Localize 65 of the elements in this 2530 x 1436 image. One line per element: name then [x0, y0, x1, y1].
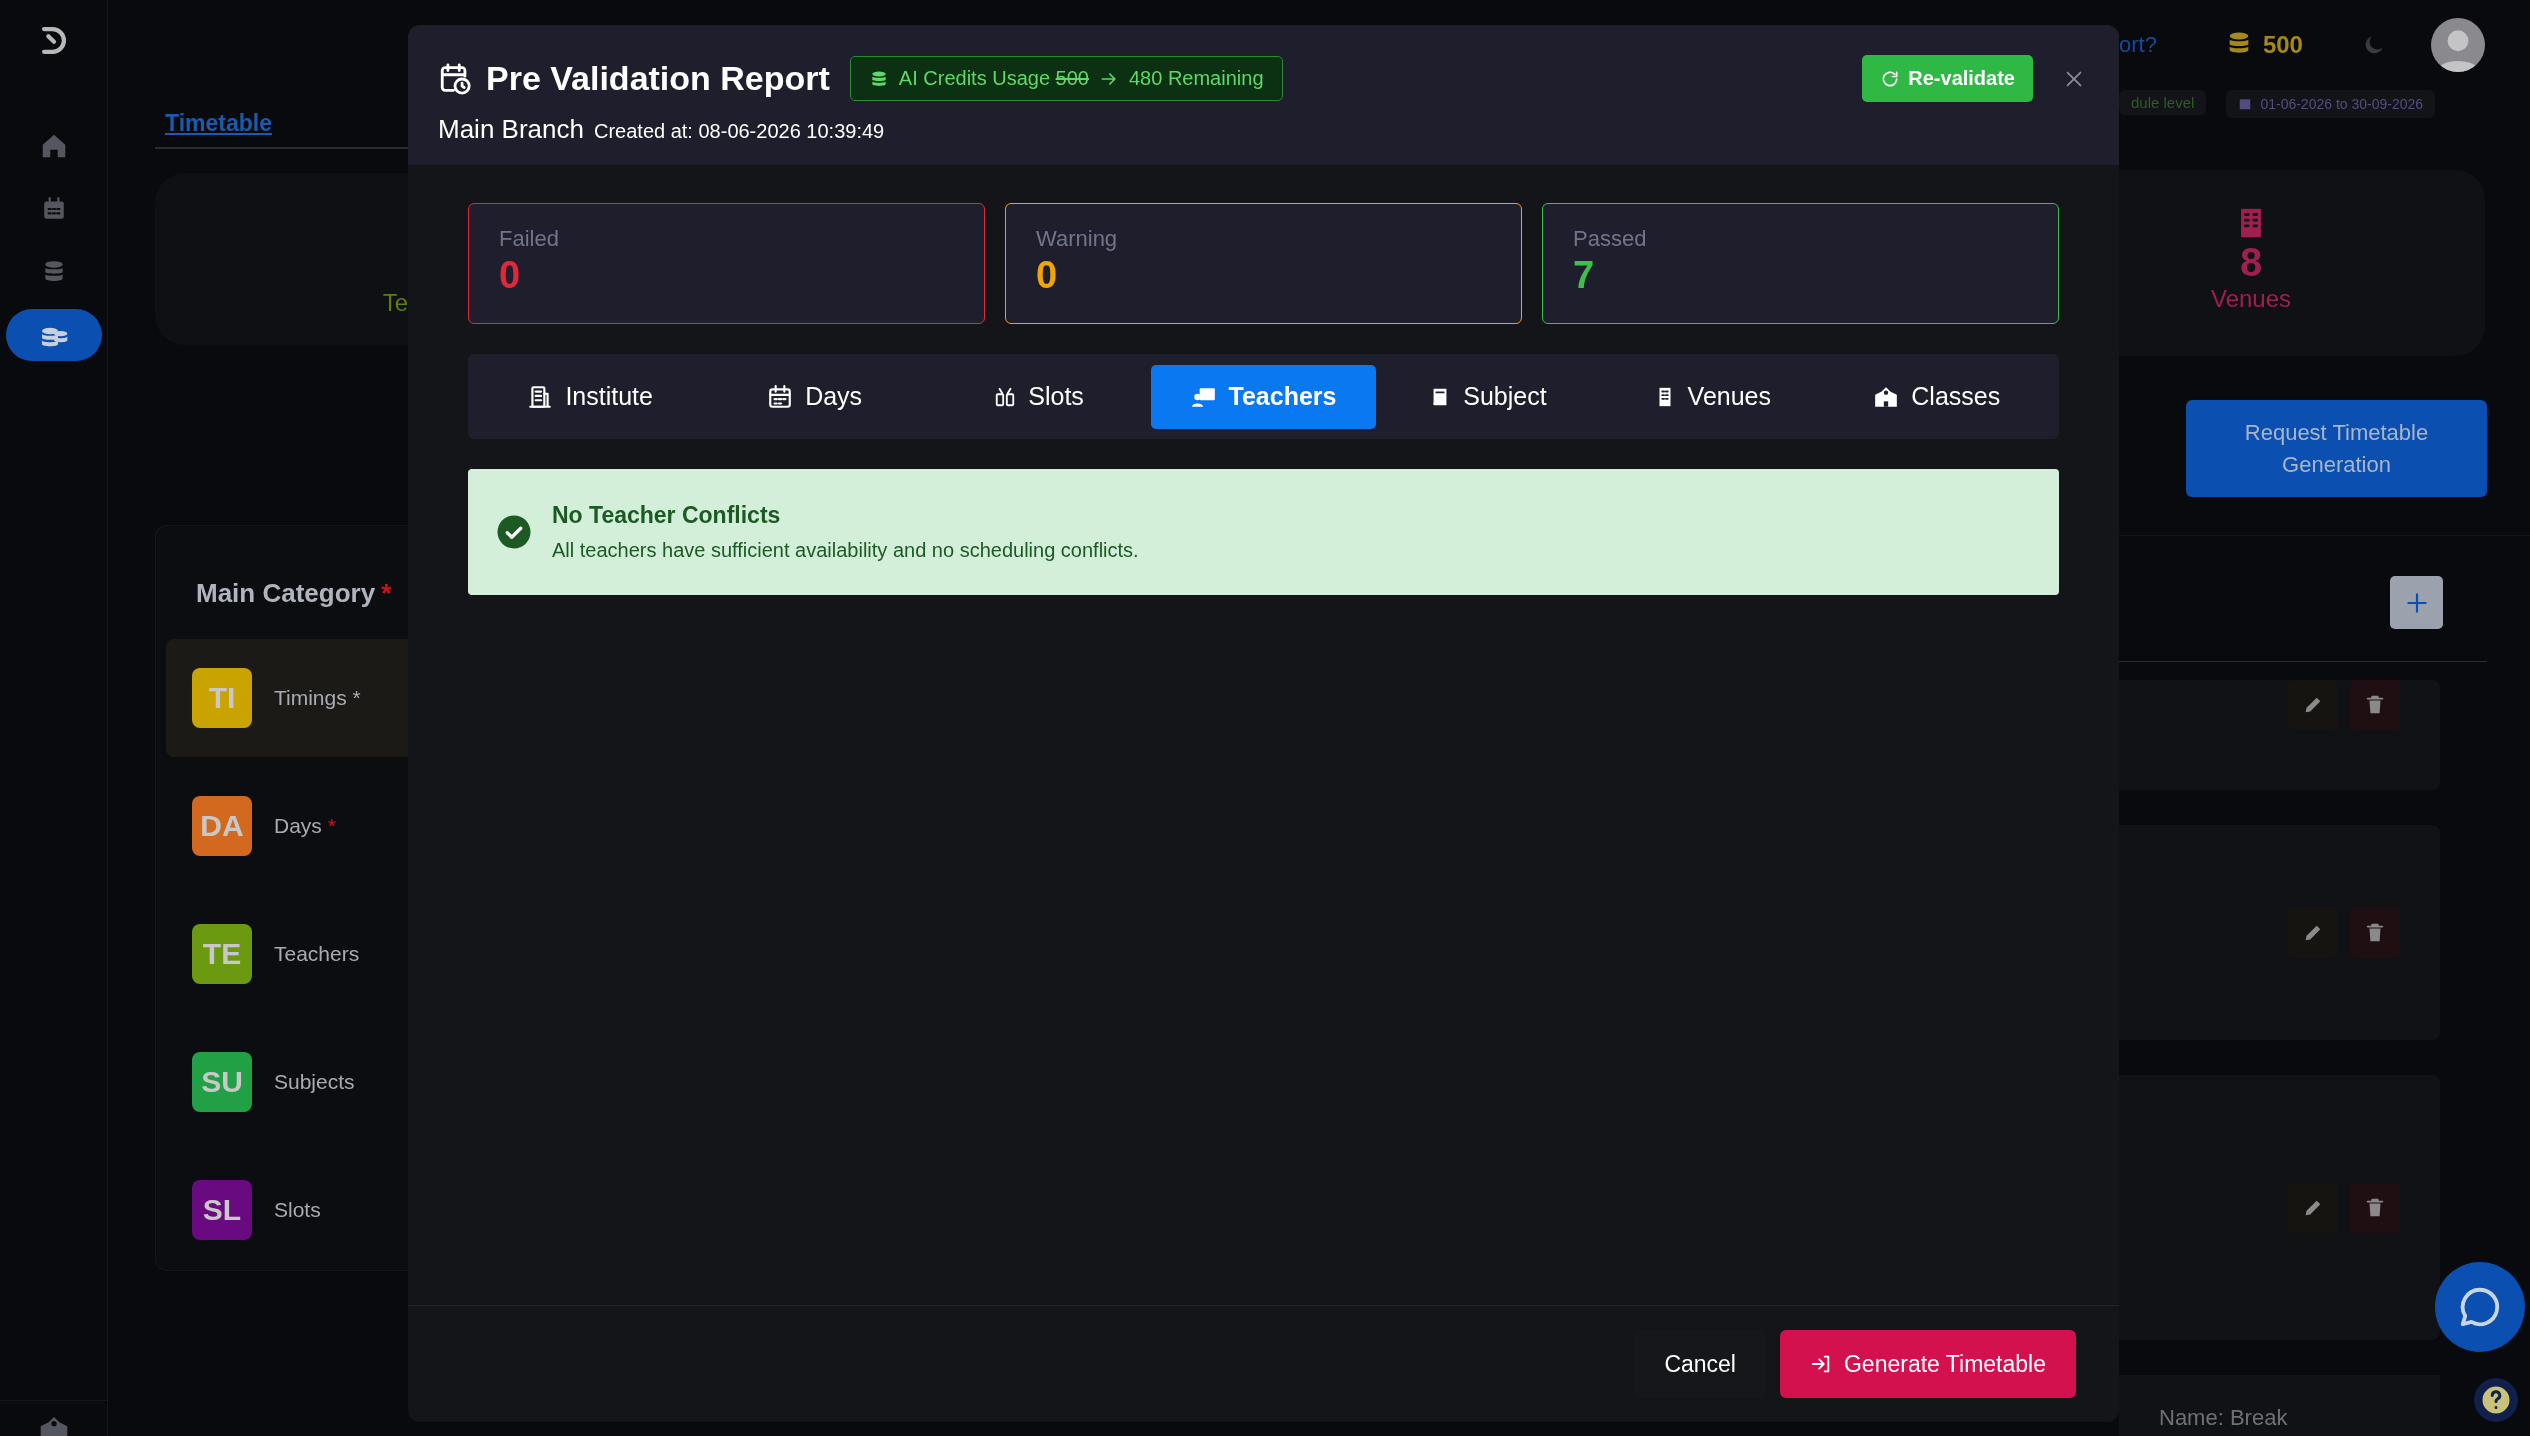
add-button[interactable] — [2390, 576, 2443, 629]
refresh-icon — [1880, 68, 1901, 89]
schedule-chip: dule level — [2119, 90, 2207, 115]
stat-label: Venues — [2210, 285, 2292, 313]
dialog-title: Pre Validation Report — [486, 59, 830, 98]
row-text: Name: Break — [2159, 1405, 2288, 1430]
category-badge: SU — [192, 1052, 252, 1112]
building-icon — [527, 383, 554, 410]
category-label: Slots — [274, 1198, 321, 1222]
tab[interactable]: Institute — [478, 364, 703, 429]
category-label: Days — [274, 814, 322, 838]
trash-icon — [2364, 922, 2386, 944]
category-badge: TE — [192, 924, 252, 984]
created-date: Created at: 08-06-2026 10:39:49 — [593, 120, 885, 143]
category-badge: DA — [192, 796, 252, 856]
category-item[interactable]: SL Slots — [166, 1151, 408, 1269]
credits-label: AI Credits Usage 500 — [898, 67, 1089, 90]
tab[interactable]: Classes — [1824, 364, 2049, 429]
stat-value: 0 — [499, 254, 522, 297]
alert-title: No Teacher Conflicts — [552, 502, 782, 529]
alert-message: All teachers have sufficient availability and no scheduling conflicts. — [552, 539, 1139, 562]
stat-value: 7 — [1573, 254, 1596, 297]
tab[interactable]: Venues — [1600, 364, 1825, 429]
stat-label: Failed — [499, 226, 560, 252]
trash-icon — [2364, 694, 2386, 716]
category-label: Subjects — [274, 1070, 355, 1094]
tab[interactable]: Subject — [1375, 364, 1601, 429]
credit-count: 500 — [2262, 31, 2303, 59]
date-range: 01-06-2026 to 30-09-2026 — [2260, 96, 2424, 112]
category-item[interactable]: TI Timings * — [166, 639, 408, 757]
check-circle-icon — [496, 514, 532, 550]
category-label: Timings * — [274, 686, 361, 710]
category-item[interactable]: SU Subjects — [166, 1023, 408, 1141]
delete-button[interactable] — [2350, 680, 2400, 730]
generate-button[interactable]: Generate Timetable — [1780, 1330, 2076, 1398]
sidebar-item[interactable] — [5, 309, 102, 361]
category-item[interactable]: DA Days * — [166, 767, 408, 885]
required-mark: * — [381, 578, 392, 609]
login-icon — [1810, 1353, 1832, 1375]
category-badge: SL — [192, 1180, 252, 1240]
stat-label: Passed — [1573, 226, 1648, 252]
stat-label: Warning — [1036, 226, 1119, 252]
panel-title: Main Category — [196, 578, 376, 609]
category-item[interactable]: TE Teachers — [166, 895, 408, 1013]
tab[interactable]: Teachers — [1151, 364, 1376, 429]
edit-button[interactable] — [2288, 680, 2338, 730]
credits-remaining: 480 Remaining — [1128, 67, 1264, 90]
edit-button[interactable] — [2288, 908, 2338, 958]
trash-icon — [2364, 1197, 2386, 1219]
calendar-clock-icon — [438, 61, 472, 96]
required-mark: * — [327, 814, 337, 838]
tab[interactable]: Days — [702, 364, 927, 429]
branch-name: Main Branch — [438, 114, 584, 145]
avatar[interactable] — [2430, 18, 2485, 72]
category-badge: TI — [192, 668, 252, 728]
summary-label: Te — [382, 289, 408, 317]
request-button[interactable]: Request Timetable Generation — [2186, 400, 2487, 497]
stat-value: 8 — [2239, 240, 2263, 285]
stat-value: 0 — [1036, 254, 1059, 297]
edit-button[interactable] — [2288, 1183, 2338, 1233]
delete-button[interactable] — [2350, 908, 2400, 958]
tab[interactable]: Slots — [926, 364, 1152, 429]
category-label: Teachers — [274, 942, 360, 966]
help-button[interactable] — [2474, 1378, 2518, 1422]
delete-button[interactable] — [2350, 1183, 2400, 1233]
